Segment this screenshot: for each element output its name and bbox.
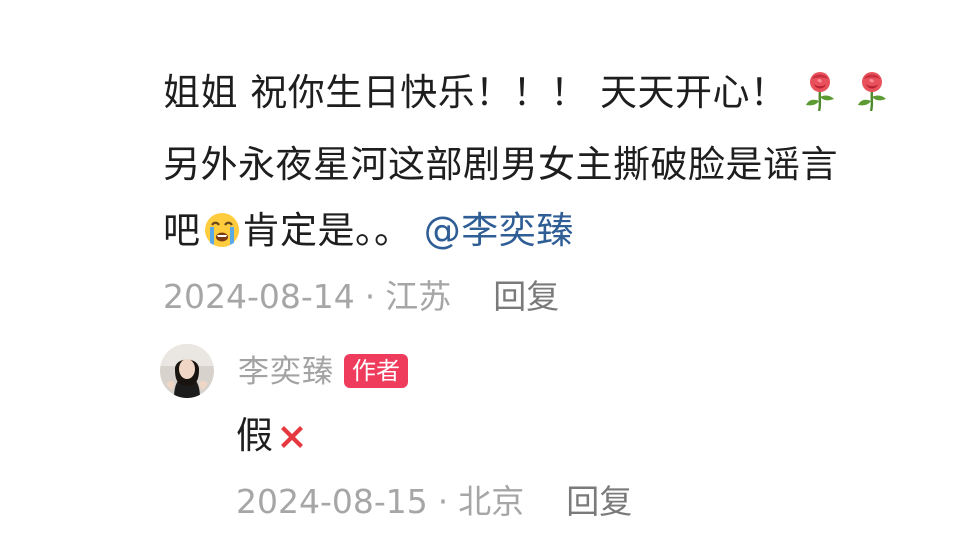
comment-date: 2024-08-14 xyxy=(163,277,355,316)
meta-separator: · xyxy=(437,482,449,521)
comment-line-3-prefix: 吧 xyxy=(163,209,201,252)
loudly-crying-face-emoji xyxy=(203,204,241,270)
comment-meta: 2024-08-14 · 江苏 回复 xyxy=(163,272,923,322)
comment-line-3-suffix: 肯定是。。 xyxy=(242,209,412,252)
comment-location: 江苏 xyxy=(385,277,452,316)
reply-location: 北京 xyxy=(458,482,525,521)
comment-text: 姐姐 祝你生日快乐！！！ 天天开心！ 另外永夜星河这部剧男女主撕破脸是谣言 吧 … xyxy=(163,60,923,270)
comment-line-1-text: 姐姐 祝你生日快乐！！！ 天天开心！ xyxy=(163,71,788,114)
rose-emoji xyxy=(802,66,838,132)
comment-line-2: 另外永夜星河这部剧男女主撕破脸是谣言 xyxy=(163,143,838,186)
mention-link[interactable]: @李奕臻 xyxy=(424,209,574,252)
meta-separator: · xyxy=(364,277,376,316)
author-badge: 作者 xyxy=(344,354,408,388)
reply-text: 假 xyxy=(236,408,311,470)
cross-mark-emoji xyxy=(275,414,309,470)
reply-date: 2024-08-15 xyxy=(236,482,428,521)
comment-line-3: 吧 肯定是。。 @李奕臻 xyxy=(163,198,923,270)
rose-emoji xyxy=(854,66,890,132)
reply-button[interactable]: 回复 xyxy=(493,277,559,316)
reply-button[interactable]: 回复 xyxy=(566,482,632,521)
reply-text-content: 假 xyxy=(236,414,273,457)
comment: 姐姐 祝你生日快乐！！！ 天天开心！ 另外永夜星河这部剧男女主撕破脸是谣言 吧 … xyxy=(163,60,923,322)
user-avatar[interactable] xyxy=(160,344,214,398)
reply-meta: 2024-08-15 · 北京 回复 xyxy=(236,478,632,526)
reply-header: 李奕臻 作者 xyxy=(238,352,408,392)
comment-line-1: 姐姐 祝你生日快乐！！！ 天天开心！ xyxy=(163,60,923,132)
author-name[interactable]: 李奕臻 xyxy=(238,354,334,390)
